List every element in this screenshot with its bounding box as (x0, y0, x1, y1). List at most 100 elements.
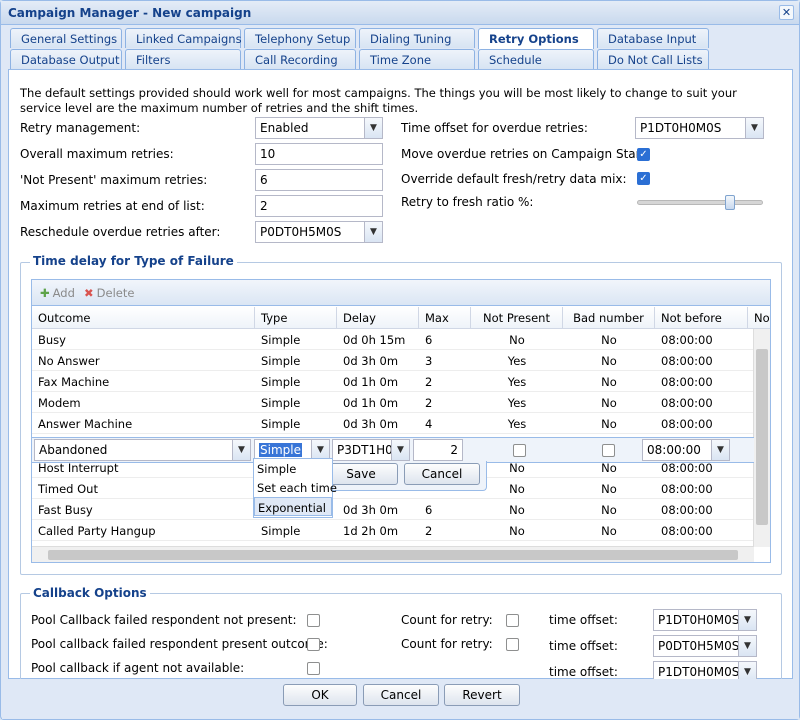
end-of-list-max-retries-input[interactable]: 2 (255, 195, 383, 217)
type-option-simple[interactable]: Simple (254, 459, 332, 478)
pool-callback-present-checkbox[interactable] (307, 638, 320, 651)
table-cell: 08:00:00 (661, 417, 713, 431)
editor-cancel-button[interactable]: Cancel (404, 463, 480, 485)
tab-telephony-setup[interactable]: Telephony Setup (244, 28, 356, 48)
chevron-down-icon[interactable]: ▼ (364, 222, 382, 242)
close-icon[interactable]: ✕ (779, 5, 794, 20)
editor-bad-number-checkbox[interactable] (602, 444, 615, 457)
count-for-retry-label: Count for retry: (401, 613, 493, 627)
table-cell: Simple (261, 375, 301, 389)
reschedule-overdue-select[interactable]: P0DT0H5M0S ▼ (255, 221, 383, 243)
table-row[interactable]: Modem Simple 0d 1h 0m 2 Yes No 08:00:00 (32, 392, 754, 413)
editor-delay-select[interactable]: P3DT1H0M ▼ (332, 439, 410, 461)
retry-fresh-ratio-slider[interactable] (637, 195, 763, 210)
table-cell: 6 (425, 333, 433, 347)
override-mix-checkbox[interactable]: ✓ (637, 172, 650, 185)
tab-filters[interactable]: Filters (125, 49, 241, 69)
pool-callback-not-present-checkbox[interactable] (307, 614, 320, 627)
table-cell: 3 (425, 354, 433, 368)
table-cell: No Answer (38, 354, 100, 368)
table-row[interactable]: Called Party Hangup Simple 1d 2h 0m 2 No No 08… (32, 520, 754, 541)
slider-handle[interactable] (725, 195, 735, 210)
title-bar[interactable]: Campaign Manager - New campaign ✕ (1, 1, 799, 25)
editor-outcome-value: Abandoned (39, 443, 108, 457)
editor-not-before-value: 08:00:00 (647, 443, 701, 457)
chevron-down-icon[interactable]: ▼ (711, 440, 729, 460)
tab-database-input[interactable]: Database Input (597, 28, 709, 48)
col-delay[interactable]: Delay (337, 307, 419, 329)
chevron-down-icon[interactable]: ▼ (745, 118, 763, 138)
not-present-max-retries-input[interactable]: 6 (255, 169, 383, 191)
table-row[interactable]: Fax Machine Simple 0d 1h 0m 2 Yes No 08:00:00 (32, 371, 754, 392)
col-not-present[interactable]: Not Present (471, 307, 563, 329)
pool-callback-present-label: Pool callback failed respondent present … (31, 637, 328, 651)
tab-do-not-call-lists[interactable]: Do Not Call Lists (597, 49, 709, 69)
chevron-down-icon[interactable]: ▼ (232, 440, 250, 460)
table-cell: Timed Out (38, 482, 98, 496)
add-label: Add (52, 286, 75, 300)
intro-text: The default settings provided should wor… (20, 86, 737, 115)
editor-max-input[interactable]: 2 (413, 439, 463, 461)
count-for-retry-checkbox[interactable] (506, 614, 519, 627)
editor-outcome-select[interactable]: Abandoned ▼ (34, 439, 251, 461)
chevron-down-icon[interactable]: ▼ (738, 636, 756, 656)
chevron-down-icon[interactable]: ▼ (738, 610, 756, 630)
count-for-retry-checkbox[interactable] (506, 638, 519, 651)
table-row[interactable]: Busy Simple 0d 0h 15m 6 No No 08:00:00 (32, 329, 754, 350)
col-outcome[interactable]: Outcome (32, 307, 255, 329)
delete-button[interactable]: ✖ Delete (84, 286, 134, 300)
tab-dialing-tuning[interactable]: Dialing Tuning (359, 28, 475, 48)
overall-max-retries-input[interactable]: 10 (255, 143, 383, 165)
pool-callback-not-present-label: Pool Callback failed respondent not pres… (31, 613, 297, 627)
delete-icon: ✖ (84, 286, 94, 300)
type-option-exponential[interactable]: Exponential (254, 497, 332, 516)
table-row[interactable]: No Answer Simple 0d 3h 0m 3 Yes No 08:00:00 (32, 350, 754, 371)
editor-not-before-select[interactable]: 08:00:00 ▼ (642, 439, 730, 461)
tab-time-zone[interactable]: Time Zone (359, 49, 475, 69)
scroll-thumb[interactable] (756, 349, 768, 525)
table-row[interactable]: Fast Busy 0d 3h 0m 6 No No 08:00:00 (32, 499, 754, 520)
ok-button[interactable]: OK (283, 684, 357, 706)
table-cell: Yes (507, 417, 527, 431)
time-offset-overdue-select[interactable]: P1DT0H0M0S ▼ (635, 117, 764, 139)
table-cell: 2 (425, 375, 433, 389)
col-not-before[interactable]: Not before (655, 307, 748, 329)
table-cell: No (509, 333, 525, 347)
col-bad-number[interactable]: Bad number (563, 307, 655, 329)
grid-toolbar: ✚ Add ✖ Delete (32, 280, 770, 306)
table-cell: 08:00:00 (661, 396, 713, 410)
chevron-down-icon[interactable]: ▼ (364, 118, 382, 138)
tab-schedule[interactable]: Schedule (478, 49, 594, 69)
editor-not-present-checkbox[interactable] (513, 444, 526, 457)
revert-button[interactable]: Revert (444, 684, 520, 706)
tab-retry-options[interactable]: Retry Options (478, 28, 594, 49)
move-overdue-label: Move overdue retries on Campaign Start: (401, 147, 650, 161)
tab-linked-campaigns[interactable]: Linked Campaigns (125, 28, 242, 48)
col-max[interactable]: Max (419, 307, 471, 329)
retry-management-select[interactable]: Enabled ▼ (255, 117, 383, 139)
table-row[interactable]: Answer Machine Simple 0d 3h 0m 4 Yes No 08:00:… (32, 413, 754, 434)
col-type[interactable]: Type (255, 307, 337, 329)
tab-general-settings[interactable]: General Settings (10, 28, 122, 48)
tab-call-recording[interactable]: Call Recording (244, 49, 356, 69)
pool-callback-agent-checkbox[interactable] (307, 662, 320, 675)
scroll-thumb[interactable] (48, 550, 738, 560)
tab-database-output[interactable]: Database Output (10, 49, 122, 69)
type-option-set-each-time[interactable]: Set each time (254, 478, 337, 497)
callback-offset-value: P1DT0H0M0S (658, 665, 740, 679)
add-button[interactable]: ✚ Add (40, 286, 75, 300)
cancel-button[interactable]: Cancel (363, 684, 439, 706)
col-not-after[interactable]: Not (748, 307, 770, 329)
callback-offset-select[interactable]: P0DT0H5M0S ▼ (653, 635, 757, 657)
chevron-down-icon[interactable]: ▼ (311, 440, 329, 460)
move-overdue-checkbox[interactable]: ✓ (637, 148, 650, 161)
callback-offset-select[interactable]: P1DT0H0M0S ▼ (653, 609, 757, 631)
table-cell: No (601, 396, 617, 410)
grid-horizontal-scrollbar[interactable] (32, 546, 754, 562)
table-cell: 08:00:00 (661, 333, 713, 347)
chevron-down-icon[interactable]: ▼ (391, 440, 409, 460)
grid-vertical-scrollbar[interactable] (753, 329, 770, 547)
callback-offset-select[interactable]: P1DT0H0M0S ▼ (653, 661, 757, 681)
table-cell: Yes (507, 396, 527, 410)
table-cell: Answer Machine (38, 417, 133, 431)
